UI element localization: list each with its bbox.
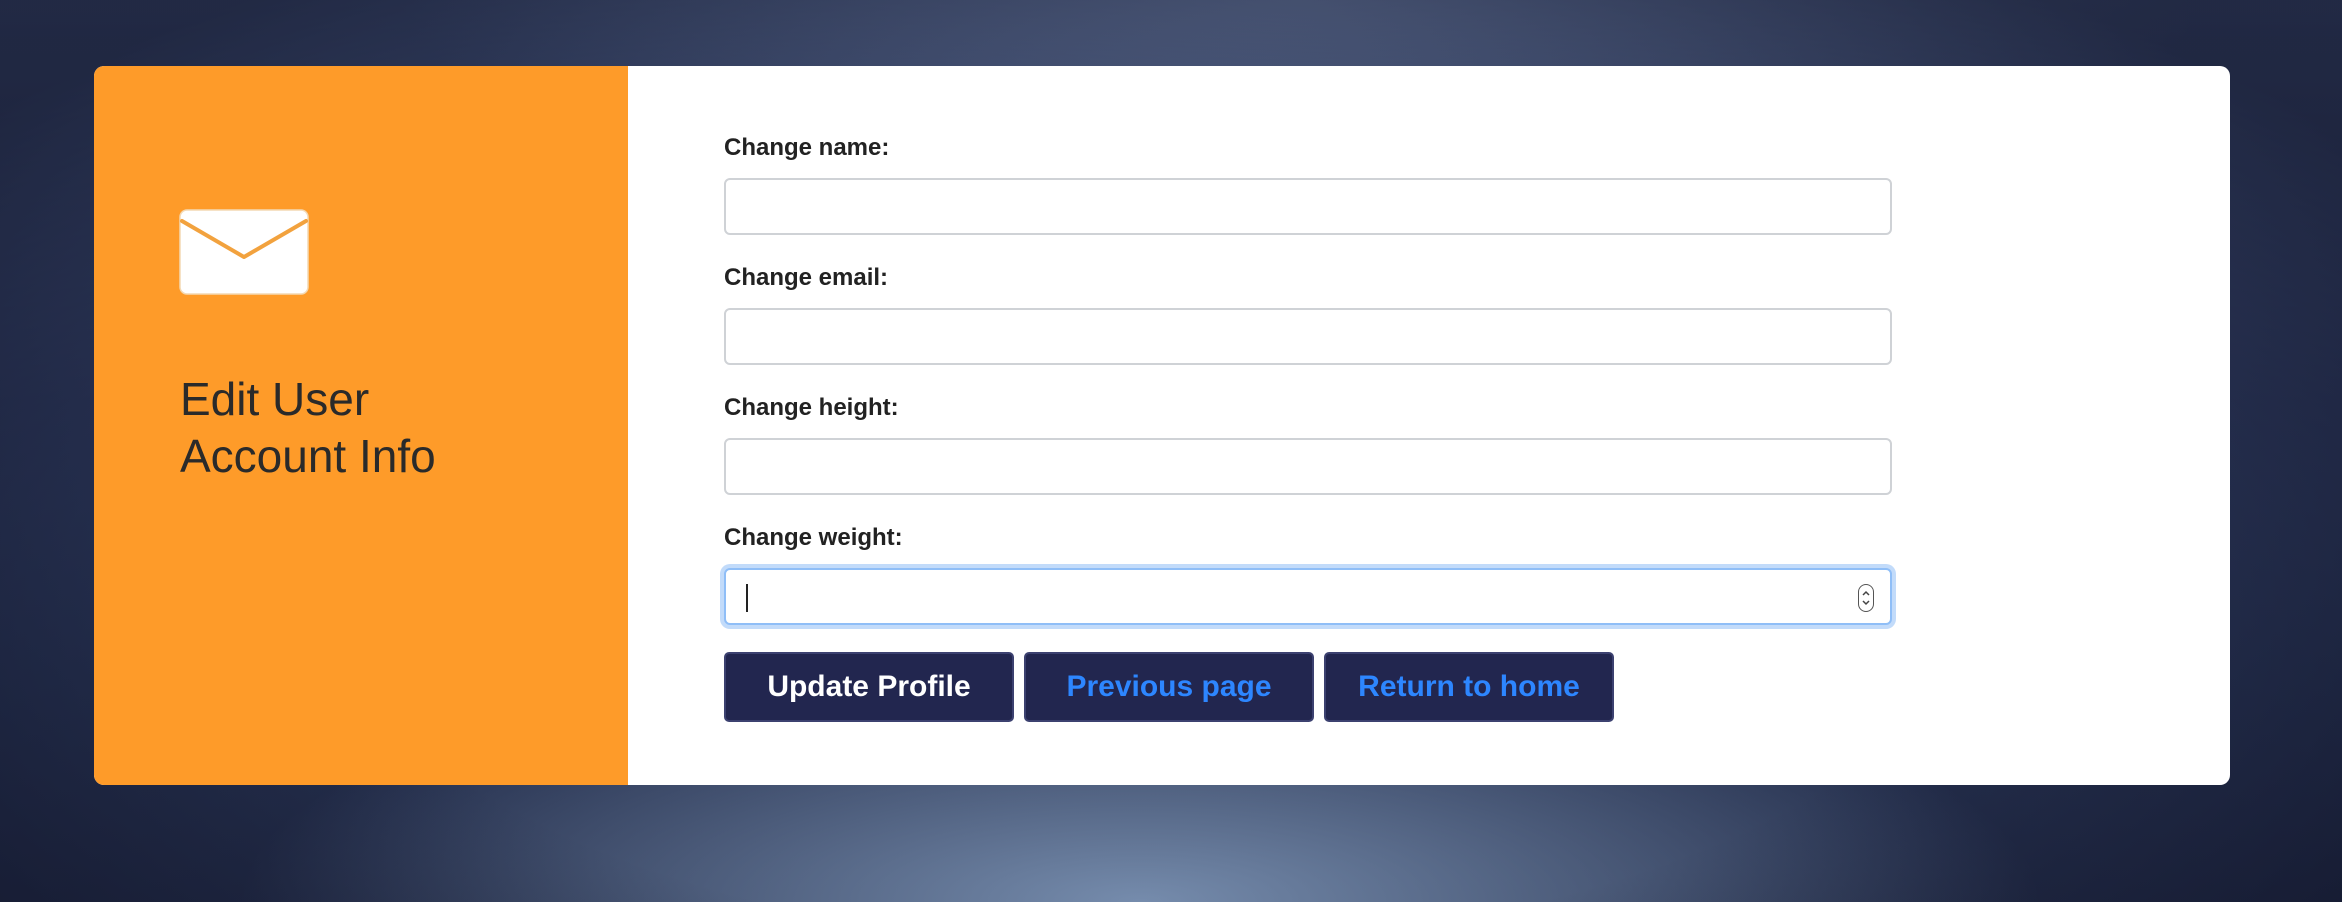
text-caret bbox=[746, 584, 748, 612]
name-label: Change name: bbox=[724, 134, 890, 161]
email-input[interactable] bbox=[724, 308, 1892, 365]
height-input[interactable] bbox=[724, 438, 1892, 495]
number-stepper[interactable] bbox=[1858, 584, 1874, 612]
weight-label: Change weight: bbox=[724, 524, 903, 551]
name-input[interactable] bbox=[724, 178, 1892, 235]
envelope-icon bbox=[179, 209, 309, 295]
page-title: Edit User Account Info bbox=[180, 371, 600, 485]
page-title-line2: Account Info bbox=[180, 430, 436, 482]
edit-account-card: Edit User Account Info Change name: Chan… bbox=[94, 66, 2230, 785]
page-title-line1: Edit User bbox=[180, 373, 370, 425]
height-label: Change height: bbox=[724, 394, 899, 421]
edit-profile-form: Change name: Change email: Change height… bbox=[628, 66, 2230, 785]
return-home-button[interactable]: Return to home bbox=[1324, 652, 1614, 722]
previous-page-button[interactable]: Previous page bbox=[1024, 652, 1314, 722]
stepper-arrows-icon bbox=[1862, 590, 1870, 606]
email-label: Change email: bbox=[724, 264, 889, 291]
update-profile-button[interactable]: Update Profile bbox=[724, 652, 1014, 722]
weight-input[interactable] bbox=[724, 568, 1892, 625]
sidebar-panel: Edit User Account Info bbox=[94, 66, 628, 785]
